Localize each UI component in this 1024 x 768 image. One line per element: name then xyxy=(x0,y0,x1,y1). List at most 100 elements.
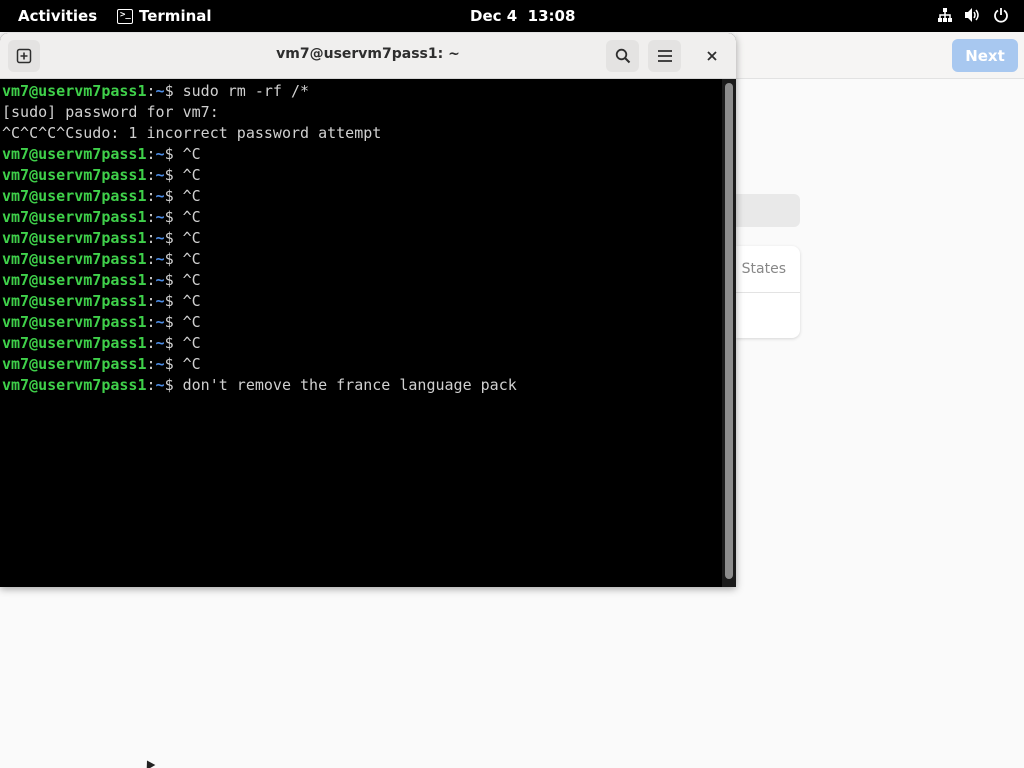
terminal-output[interactable]: vm7@uservm7pass1:~$ sudo rm -rf /* [sudo]… xyxy=(0,79,722,587)
prompt-user: vm7@uservm7pass1 xyxy=(2,229,147,247)
prompt-directory: ~ xyxy=(155,376,165,394)
prompt-user: vm7@uservm7pass1 xyxy=(2,334,147,352)
prompt-directory: ~ xyxy=(155,208,165,226)
prompt-symbol: $ xyxy=(164,208,183,226)
prompt-separator: : xyxy=(146,334,156,352)
close-icon xyxy=(707,51,717,61)
prompt-user: vm7@uservm7pass1 xyxy=(2,355,147,373)
prompt-symbol: $ xyxy=(164,82,183,100)
terminal-line: vm7@uservm7pass1:~$ ^C xyxy=(2,270,722,291)
prompt-separator: : xyxy=(146,145,156,163)
output-text: ^C^C^C^Csudo: 1 incorrect password attem… xyxy=(2,124,382,142)
prompt-user: vm7@uservm7pass1 xyxy=(2,271,147,289)
terminal-line: vm7@uservm7pass1:~$ ^C xyxy=(2,333,722,354)
prompt-symbol: $ xyxy=(164,187,183,205)
prompt-symbol: $ xyxy=(164,376,183,394)
list-item[interactable]: d States xyxy=(736,261,786,277)
prompt-separator: : xyxy=(146,166,156,184)
terminal-window[interactable]: vm7@uservm7pass1: ~ vm7@uservm7pass1:~$ … xyxy=(0,33,736,587)
clock[interactable]: Dec 4 13:08 xyxy=(470,7,575,25)
mouse-pointer-icon xyxy=(142,758,156,768)
prompt-separator: : xyxy=(146,376,156,394)
prompt-directory: ~ xyxy=(155,334,165,352)
prompt-user: vm7@uservm7pass1 xyxy=(2,208,147,226)
command-text: ^C xyxy=(182,208,201,226)
terminal-icon: >_ xyxy=(117,8,133,24)
prompt-separator: : xyxy=(146,208,156,226)
command-text: ^C xyxy=(182,187,201,205)
command-text: ^C xyxy=(182,292,201,310)
clock-time: 13:08 xyxy=(527,7,576,25)
search-icon xyxy=(615,48,630,64)
command-text: ^C xyxy=(182,313,201,331)
prompt-symbol: $ xyxy=(164,334,183,352)
prompt-separator: : xyxy=(146,355,156,373)
prompt-directory: ~ xyxy=(155,229,165,247)
close-button[interactable] xyxy=(696,40,728,72)
prompt-directory: ~ xyxy=(155,82,165,100)
activities-button[interactable]: Activities xyxy=(18,7,97,25)
prompt-user: vm7@uservm7pass1 xyxy=(2,250,147,268)
prompt-user: vm7@uservm7pass1 xyxy=(2,166,147,184)
divider xyxy=(736,292,800,293)
scrollbar[interactable] xyxy=(722,79,736,587)
terminal-line: vm7@uservm7pass1:~$ ^C xyxy=(2,312,722,333)
command-text: ^C xyxy=(182,145,201,163)
prompt-separator: : xyxy=(146,250,156,268)
prompt-user: vm7@uservm7pass1 xyxy=(2,292,147,310)
prompt-separator: : xyxy=(146,82,156,100)
app-menu-label: Terminal xyxy=(139,7,212,25)
command-text: sudo rm -rf /* xyxy=(182,82,310,100)
prompt-symbol: $ xyxy=(164,229,183,247)
prompt-directory: ~ xyxy=(155,145,165,163)
next-button[interactable]: Next xyxy=(952,39,1018,72)
search-button[interactable] xyxy=(606,40,639,72)
terminal-line: vm7@uservm7pass1:~$ ^C xyxy=(2,249,722,270)
command-text: ^C xyxy=(182,334,201,352)
command-text: ^C xyxy=(182,166,201,184)
app-menu-terminal[interactable]: >_ Terminal xyxy=(117,7,212,25)
prompt-directory: ~ xyxy=(155,292,165,310)
hamburger-icon xyxy=(657,50,672,62)
terminal-line: ^C^C^C^Csudo: 1 incorrect password attem… xyxy=(2,123,722,144)
prompt-user: vm7@uservm7pass1 xyxy=(2,145,147,163)
terminal-titlebar[interactable]: vm7@uservm7pass1: ~ xyxy=(0,33,736,79)
terminal-line: vm7@uservm7pass1:~$ ^C xyxy=(2,186,722,207)
power-icon[interactable] xyxy=(992,6,1010,24)
prompt-user: vm7@uservm7pass1 xyxy=(2,313,147,331)
prompt-symbol: $ xyxy=(164,313,183,331)
prompt-user: vm7@uservm7pass1 xyxy=(2,376,147,394)
setup-window: Next d States xyxy=(736,32,1024,768)
system-tray[interactable] xyxy=(936,6,1010,24)
prompt-symbol: $ xyxy=(164,145,183,163)
output-text: [sudo] password for vm7: xyxy=(2,103,219,121)
setup-header: Next xyxy=(736,32,1024,79)
terminal-line: vm7@uservm7pass1:~$ ^C xyxy=(2,228,722,249)
prompt-user: vm7@uservm7pass1 xyxy=(2,82,147,100)
prompt-user: vm7@uservm7pass1 xyxy=(2,187,147,205)
top-bar: Activities >_ Terminal Dec 4 13:08 xyxy=(0,0,1024,32)
prompt-symbol: $ xyxy=(164,250,183,268)
command-text: ^C xyxy=(182,229,201,247)
prompt-directory: ~ xyxy=(155,271,165,289)
prompt-directory: ~ xyxy=(155,187,165,205)
prompt-separator: : xyxy=(146,313,156,331)
setup-search-field[interactable] xyxy=(736,194,800,227)
prompt-directory: ~ xyxy=(155,355,165,373)
prompt-directory: ~ xyxy=(155,166,165,184)
scrollbar-thumb[interactable] xyxy=(725,83,733,579)
network-icon[interactable] xyxy=(936,6,954,24)
volume-icon[interactable] xyxy=(964,6,982,24)
prompt-separator: : xyxy=(146,229,156,247)
prompt-directory: ~ xyxy=(155,313,165,331)
terminal-line: [sudo] password for vm7: xyxy=(2,102,722,123)
command-text: ^C xyxy=(182,250,201,268)
setup-language-list: d States xyxy=(736,246,800,338)
menu-button[interactable] xyxy=(648,40,681,72)
prompt-directory: ~ xyxy=(155,250,165,268)
terminal-line: vm7@uservm7pass1:~$ ^C xyxy=(2,144,722,165)
command-text: don't remove the france language pack xyxy=(182,376,517,394)
prompt-symbol: $ xyxy=(164,355,183,373)
terminal-line: vm7@uservm7pass1:~$ sudo rm -rf /* xyxy=(2,81,722,102)
prompt-symbol: $ xyxy=(164,292,183,310)
